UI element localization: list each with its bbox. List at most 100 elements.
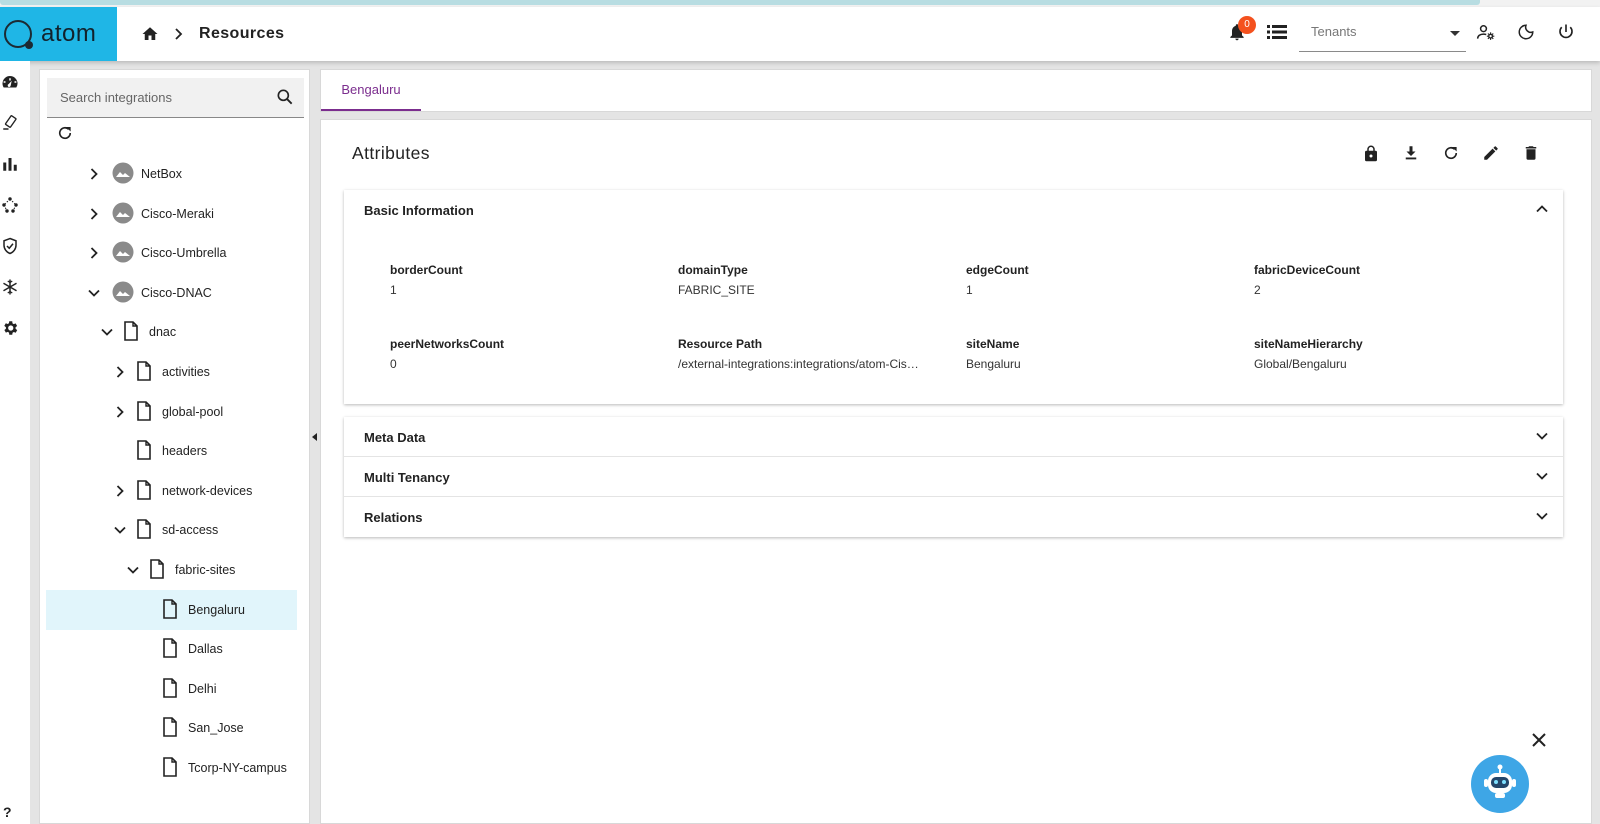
chevron-down-icon[interactable] [125, 562, 141, 578]
user-settings-button[interactable] [1474, 22, 1498, 46]
collapse-panel-handle[interactable] [310, 428, 319, 446]
tenants-select[interactable]: Tenants [1299, 14, 1466, 52]
chevron-down-icon[interactable] [1535, 429, 1549, 448]
chevron-down-icon[interactable] [86, 285, 102, 301]
chevron-right-icon[interactable] [112, 483, 128, 499]
list-view-button[interactable] [1265, 22, 1289, 46]
tree-item-network-devices[interactable]: network-devices [46, 471, 297, 511]
attribute-resource-path: Resource Path /external-integrations:int… [678, 337, 928, 371]
attribute-border-count: borderCount 1 [390, 263, 640, 297]
tree-item-dnac[interactable]: dnac [46, 312, 297, 352]
basic-information-header[interactable]: Basic Information [344, 190, 1563, 230]
chevron-right-icon[interactable] [86, 206, 102, 222]
attribute-key: edgeCount [966, 263, 1029, 277]
chevron-down-icon[interactable] [1535, 469, 1549, 488]
tree-item-headers[interactable]: headers [46, 431, 297, 471]
chevron-right-icon[interactable] [86, 245, 102, 261]
attribute-key: siteNameHierarchy [1254, 337, 1363, 351]
section-relations[interactable]: Relations [344, 497, 1563, 537]
tree-item-cisco-meraki[interactable]: Cisco-Meraki [46, 194, 297, 234]
atom-logo-icon [4, 20, 33, 49]
tab-bengaluru[interactable]: Bengaluru [321, 70, 421, 111]
tree-item-sd-access[interactable]: sd-access [46, 510, 297, 550]
dashboard-icon[interactable] [0, 72, 20, 92]
help-button[interactable]: ? [3, 804, 12, 820]
tree-item-fabric-sites[interactable]: fabric-sites [46, 550, 297, 590]
search-input[interactable] [47, 78, 267, 116]
tree-item-netbox[interactable]: NetBox [46, 154, 297, 194]
topology-icon[interactable] [0, 195, 20, 215]
chevron-down-icon[interactable] [1535, 509, 1549, 528]
delete-button[interactable] [1519, 143, 1543, 167]
home-icon[interactable] [141, 25, 159, 43]
close-chatbot-icon[interactable] [1531, 732, 1547, 753]
tree-item-label: fabric-sites [175, 563, 236, 577]
page-title: Attributes [352, 143, 430, 163]
section-meta-data[interactable]: Meta Data [344, 417, 1563, 457]
chevron-down-icon[interactable] [99, 324, 115, 340]
tree-item-bengaluru[interactable]: Bengaluru [46, 589, 297, 630]
chevron-right-icon [173, 27, 185, 41]
tree-item-delhi[interactable]: Delhi [46, 669, 297, 709]
basic-information-card: Basic Information borderCount 1 domainTy… [344, 190, 1563, 404]
tree-item-san-jose[interactable]: San_Jose [46, 708, 297, 748]
delete-icon [1522, 144, 1540, 167]
tree-item-cisco-dnac[interactable]: Cisco-DNAC [46, 273, 297, 313]
bar-chart-icon[interactable] [0, 154, 20, 174]
tree-item-activities[interactable]: activities [46, 352, 297, 392]
resource-tabs: Bengaluru [320, 69, 1592, 112]
search-icon[interactable] [275, 87, 295, 112]
robot-icon [1480, 762, 1520, 807]
app-header: atom Resources 0 Tenants [0, 7, 1600, 61]
refresh-button[interactable] [1439, 143, 1463, 167]
file-icon [162, 677, 178, 703]
file-icon [123, 321, 139, 346]
power-icon [1557, 23, 1575, 46]
tree-item-label: activities [162, 365, 210, 379]
theme-toggle-button[interactable] [1514, 22, 1538, 46]
attribute-key: borderCount [390, 263, 463, 277]
chevron-right-icon[interactable] [86, 166, 102, 182]
chevron-right-icon[interactable] [112, 364, 128, 380]
tree-item-cisco-umbrella[interactable]: Cisco-Umbrella [46, 233, 297, 273]
tree-item-dallas[interactable]: Dallas [46, 629, 297, 669]
attribute-key: domainType [678, 263, 748, 277]
section-title: Meta Data [364, 430, 426, 445]
file-icon [149, 559, 165, 584]
integration-icon [112, 202, 134, 229]
chevron-up-icon[interactable] [1535, 202, 1549, 221]
loading-bar [0, 0, 1480, 5]
chevron-right-icon[interactable] [112, 404, 128, 420]
gear-icon[interactable] [0, 318, 20, 338]
download-button[interactable] [1399, 143, 1423, 167]
file-icon [136, 400, 152, 426]
tree-item-label: NetBox [141, 167, 182, 181]
tree-item-global-pool[interactable]: global-pool [46, 392, 297, 432]
attribute-value: FABRIC_SITE [678, 283, 755, 297]
app-logo[interactable]: atom [0, 7, 117, 61]
refresh-tree-icon[interactable] [56, 124, 74, 147]
tree-item-label: Tcorp-NY-campus [188, 761, 287, 775]
attribute-value[interactable]: /external-integrations:integrations/atom… [678, 357, 923, 371]
lock-button[interactable] [1359, 143, 1383, 167]
tree-item-label: headers [162, 444, 208, 459]
section-multi-tenancy[interactable]: Multi Tenancy [344, 457, 1563, 497]
tree-item-label: Bengaluru [188, 602, 245, 617]
download-icon [1402, 144, 1420, 167]
attribute-key: siteName [966, 337, 1020, 351]
integrations-panel: NetBox Cisco-Meraki Cisco-Umbrella Cisco-DN… [39, 69, 344, 824]
chevron-down-icon[interactable] [112, 522, 128, 538]
tree-item-label: Cisco-DNAC [141, 285, 212, 300]
file-icon [136, 519, 152, 544]
search-box [47, 78, 304, 118]
devices-icon[interactable] [0, 113, 20, 133]
tree-item-tcorp-ny-campus[interactable]: Tcorp-NY-campus [46, 748, 297, 788]
logout-button[interactable] [1554, 22, 1578, 46]
snowflake-icon[interactable] [0, 277, 20, 297]
attribute-value: 2 [1254, 283, 1261, 297]
edit-button[interactable] [1479, 143, 1503, 167]
file-icon [162, 757, 178, 782]
shield-icon[interactable] [0, 236, 20, 256]
attribute-value: Global/Bengaluru [1254, 357, 1347, 371]
chatbot-button[interactable] [1471, 755, 1529, 813]
